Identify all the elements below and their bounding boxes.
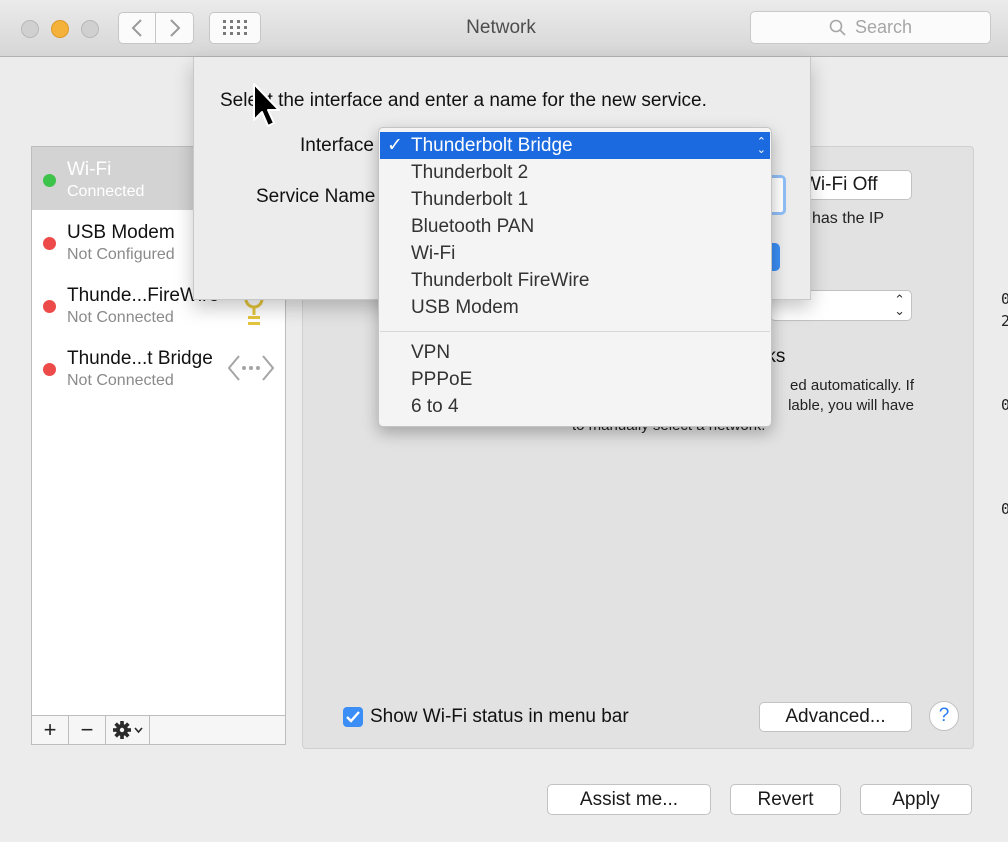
mouse-pointer-icon (253, 83, 280, 127)
clipped-text: 0 (1001, 290, 1008, 308)
gear-icon (112, 721, 143, 739)
status-dot-not-configured (43, 237, 56, 250)
checkmark-icon: ✓ (387, 135, 403, 156)
service-status: Not Connected (67, 309, 174, 326)
clipped-text: 0 (1001, 500, 1008, 518)
interface-label: Interface (300, 135, 374, 156)
back-button[interactable] (118, 12, 156, 44)
service-status: Connected (67, 183, 145, 200)
menu-item-vpn[interactable]: VPN (380, 339, 770, 366)
menu-item-thunderbolt-firewire[interactable]: Thunderbolt FireWire (380, 267, 770, 294)
show-all-button[interactable] (209, 12, 261, 44)
service-name: USB Modem (67, 222, 175, 243)
grid-icon (223, 20, 247, 35)
menu-item-thunderbolt-1[interactable]: Thunderbolt 1 (380, 186, 770, 213)
checkmark-icon (346, 711, 360, 723)
popup-arrows-icon: ⌃ ⌄ (756, 136, 766, 156)
sheet-prompt: Select the interface and enter a name fo… (220, 90, 707, 111)
select-arrows-icon: ⌃ ⌄ (894, 292, 905, 318)
apply-button[interactable]: Apply (860, 784, 972, 815)
wifi-status-description: has the IP (812, 210, 885, 227)
menu-item-bluetooth-pan[interactable]: Bluetooth PAN (380, 213, 770, 240)
title-bar: Network Search (0, 0, 1008, 57)
remove-service-button[interactable]: − (69, 716, 106, 744)
firewire-icon (244, 298, 264, 325)
service-item-thunderbolt-bridge[interactable]: Thunde...t Bridge Not Connected (32, 336, 285, 399)
service-name-label: Service Name (256, 186, 376, 207)
status-dot-not-connected (43, 300, 56, 313)
zoom-window-button[interactable] (81, 20, 99, 38)
thunderbolt-bridge-icon (227, 355, 275, 381)
minimize-window-button[interactable] (51, 20, 69, 38)
help-button[interactable]: ? (929, 701, 959, 731)
menu-item-usb-modem[interactable]: USB Modem (380, 294, 770, 321)
interface-popup-menu[interactable]: ✓ Thunderbolt Bridge ⌃ ⌄ Thunderbolt 2 Th… (378, 127, 772, 427)
service-name: Thunde...t Bridge (67, 348, 213, 369)
close-window-button[interactable] (21, 20, 39, 38)
action-menu-button[interactable] (106, 716, 150, 744)
service-status: Not Connected (67, 372, 174, 389)
add-service-button[interactable]: + (32, 716, 69, 744)
window-title: Network (466, 17, 536, 38)
menu-item-6to4[interactable]: 6 to 4 (380, 393, 770, 420)
search-placeholder: Search (854, 17, 913, 37)
menu-item-label: Thunderbolt Bridge (411, 135, 573, 156)
menu-item-thunderbolt-2[interactable]: Thunderbolt 2 (380, 159, 770, 186)
clipped-text: 0 (1001, 396, 1008, 414)
search-icon (829, 19, 846, 36)
show-wifi-status-option[interactable]: Show Wi-Fi status in menu bar (343, 706, 629, 728)
revert-button[interactable]: Revert (730, 784, 841, 815)
forward-button[interactable] (156, 12, 194, 44)
clipped-text: 2 (1001, 312, 1008, 330)
back-forward-group (118, 12, 194, 44)
service-name: Wi-Fi (67, 159, 112, 180)
show-wifi-status-checkbox[interactable] (343, 707, 363, 727)
menu-item-wifi[interactable]: Wi-Fi (380, 240, 770, 267)
chevron-left-icon (131, 19, 142, 37)
menu-item-thunderbolt-bridge[interactable]: ✓ Thunderbolt Bridge ⌃ ⌄ (380, 132, 770, 159)
assist-me-button[interactable]: Assist me... (547, 784, 711, 815)
advanced-button[interactable]: Advanced... (759, 702, 912, 732)
status-dot-not-connected (43, 363, 56, 376)
show-wifi-status-label: Show Wi-Fi status in menu bar (370, 706, 629, 727)
search-field[interactable]: Search (750, 11, 991, 44)
menu-item-pppoe[interactable]: PPPoE (380, 366, 770, 393)
menu-separator (380, 331, 770, 332)
service-status: Not Configured (67, 246, 175, 263)
status-dot-connected (43, 174, 56, 187)
service-list-toolbar: + − (31, 715, 286, 745)
chevron-right-icon (169, 19, 180, 37)
